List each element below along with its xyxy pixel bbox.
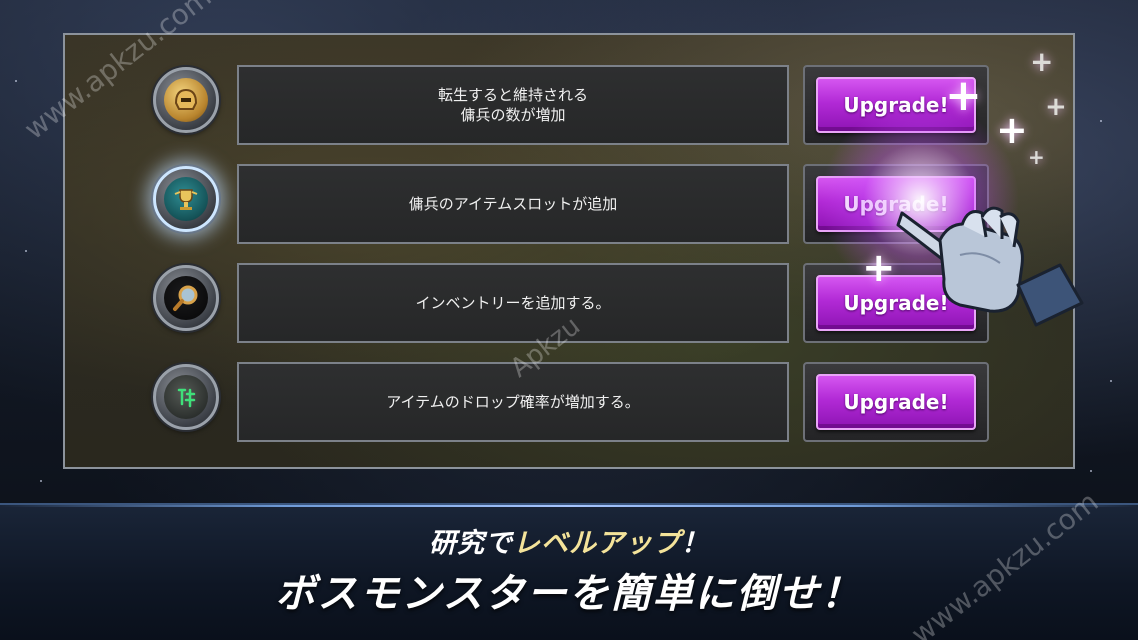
promo-banner: 研究でレベルアップ！ ボスモンスターを簡単に倒せ！	[0, 503, 1138, 640]
star	[15, 80, 17, 82]
upgrade-button[interactable]: Upgrade!	[816, 176, 976, 232]
research-row: 傭兵のアイテムスロットが追加 Upgrade!	[65, 162, 1073, 246]
research-row: アイテムのドロップ確率が増加する。 Upgrade!	[65, 360, 1073, 444]
research-panel: 転生すると維持される 傭兵の数が増加 Upgrade! 傭兵のアイテムスロットが…	[63, 33, 1075, 469]
green-rune-icon	[153, 364, 219, 430]
research-description: 傭兵のアイテムスロットが追加	[237, 164, 789, 244]
star	[25, 250, 27, 252]
magnifier-icon	[153, 265, 219, 331]
upgrade-button-frame: Upgrade!	[803, 65, 989, 145]
description-line: 傭兵のアイテムスロットが追加	[408, 195, 618, 213]
golden-helmet-icon	[153, 67, 219, 133]
promo-subtitle-highlight: レベルアップ	[513, 528, 681, 559]
description-line: アイテムのドロップ確率が増加する。	[386, 393, 640, 411]
upgrade-button[interactable]: Upgrade!	[816, 77, 976, 133]
research-row: インベントリーを追加する。 Upgrade!	[65, 261, 1073, 345]
upgrade-button[interactable]: Upgrade!	[816, 275, 976, 331]
research-description: 転生すると維持される 傭兵の数が増加	[237, 65, 789, 145]
promo-subtitle-prefix: 研究で	[429, 528, 513, 559]
research-description: インベントリーを追加する。	[237, 263, 789, 343]
promo-title: ボスモンスターを簡単に倒せ！	[275, 571, 863, 617]
research-row: 転生すると維持される 傭兵の数が増加 Upgrade!	[65, 63, 1073, 147]
research-description: アイテムのドロップ確率が増加する。	[237, 362, 789, 442]
promo-subtitle: 研究でレベルアップ！	[0, 521, 1138, 560]
star	[1090, 470, 1092, 472]
description-line: インベントリーを追加する。	[415, 294, 611, 312]
upgrade-button-frame: Upgrade!	[803, 362, 989, 442]
golden-trophy-icon	[153, 166, 219, 232]
star	[1100, 120, 1102, 122]
upgrade-button[interactable]: Upgrade!	[816, 374, 976, 430]
upgrade-button-frame: Upgrade!	[803, 164, 989, 244]
description-line: 転生すると維持される	[437, 86, 588, 104]
description-line: 傭兵の数が増加	[460, 106, 566, 124]
promo-subtitle-suffix: ！	[681, 528, 709, 559]
upgrade-button-frame: Upgrade!	[803, 263, 989, 343]
star	[40, 480, 42, 482]
star	[1110, 380, 1112, 382]
